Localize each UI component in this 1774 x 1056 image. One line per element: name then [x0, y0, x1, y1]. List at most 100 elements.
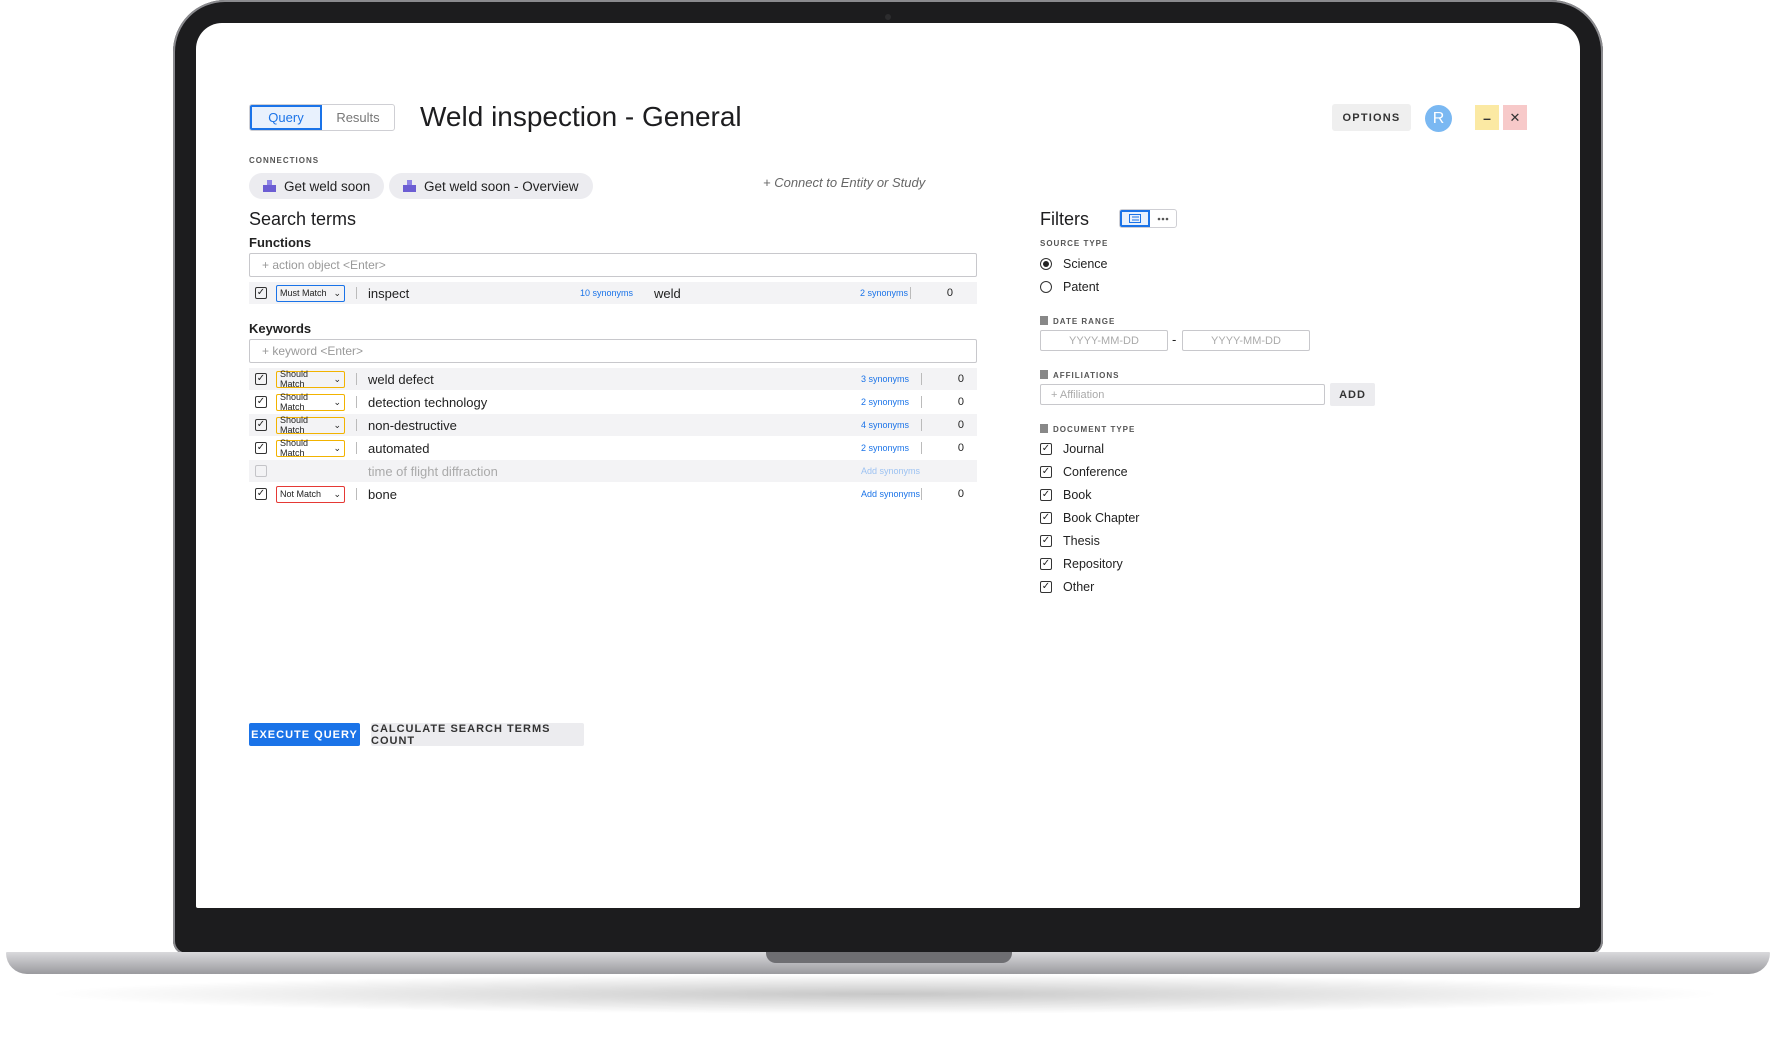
radio-unselected[interactable]: [1040, 281, 1052, 293]
keyword-row: ✓ Should Match ⌄ detection technology 2 s…: [249, 391, 977, 413]
entity-icon: [263, 180, 276, 192]
term-label: time of flight diffraction: [368, 463, 498, 479]
term-count: 0: [957, 419, 964, 431]
close-button[interactable]: ✕: [1503, 105, 1527, 130]
match-select[interactable]: Should Match ⌄: [276, 392, 345, 412]
keyword-row: ✓ Should Match ⌄ automated 2 synonyms 0: [249, 437, 977, 459]
document-icon: [1040, 424, 1048, 433]
source-option[interactable]: Science: [1040, 256, 1107, 272]
chevron-down-icon: ⌄: [333, 396, 341, 407]
match-select[interactable]: [276, 463, 345, 480]
execute-query-button[interactable]: EXECUTE QUERY: [249, 723, 360, 746]
match-select[interactable]: Should Match ⌄: [276, 438, 345, 458]
keyword-row: ✓ Should Match ⌄ non-destructive 4 synony…: [249, 414, 977, 436]
date-to-input[interactable]: YYYY-MM-DD: [1182, 330, 1310, 351]
chevron-down-icon: ⌄: [333, 287, 341, 298]
term-count: 0: [957, 373, 964, 385]
checkbox[interactable]: ✓: [1040, 443, 1052, 455]
view-tabs: Query Results: [249, 104, 395, 131]
app-screen: Query Results Weld inspection - General …: [196, 23, 1580, 908]
term-count: 0: [957, 488, 964, 500]
row-checkbox[interactable]: ✓: [255, 287, 267, 299]
connection-chip[interactable]: Get weld soon: [249, 173, 385, 199]
camera-icon: [885, 14, 891, 20]
connect-entity-link[interactable]: + Connect to Entity or Study: [763, 175, 925, 190]
affiliations-label: AFFILIATIONS: [1040, 370, 1120, 380]
row-checkbox[interactable]: ✓: [255, 442, 267, 454]
keyword-input[interactable]: + keyword <Enter>: [249, 339, 977, 363]
tab-results[interactable]: Results: [322, 105, 394, 130]
affiliation-input[interactable]: + Affiliation: [1040, 384, 1325, 405]
calculate-count-button[interactable]: CALCULATE SEARCH TERMS COUNT: [371, 723, 584, 747]
laptop-shadow: [40, 974, 1730, 1014]
options-button[interactable]: OPTIONS: [1332, 104, 1411, 131]
tab-query[interactable]: Query: [250, 105, 322, 130]
chevron-down-icon: ⌄: [333, 419, 341, 430]
search-terms-heading: Search terms: [249, 209, 357, 229]
match-select[interactable]: Should Match ⌄: [276, 369, 345, 389]
synonyms-link[interactable]: 2 synonyms: [860, 288, 910, 298]
checkbox[interactable]: ✓: [1040, 558, 1052, 570]
source-option[interactable]: Patent: [1040, 279, 1099, 295]
term-label: bone: [368, 486, 397, 502]
checkbox[interactable]: ✓: [1040, 512, 1052, 524]
chevron-down-icon: ⌄: [333, 373, 341, 384]
more-view-button[interactable]: [1150, 210, 1176, 227]
match-select[interactable]: Not Match ⌄: [276, 485, 345, 503]
synonyms-link[interactable]: 10 synonyms: [580, 288, 642, 298]
source-type-label: SOURCE TYPE: [1040, 239, 1109, 248]
document-type-option[interactable]: ✓ Thesis: [1040, 533, 1100, 549]
connections-label: CONNECTIONS: [249, 156, 320, 165]
chevron-down-icon: ⌄: [333, 442, 341, 453]
checkbox[interactable]: ✓: [1040, 581, 1052, 593]
document-type-label: DOCUMENT TYPE: [1040, 424, 1135, 434]
document-type-option[interactable]: ✓ Journal: [1040, 441, 1104, 457]
synonyms-link[interactable]: 4 synonyms: [861, 420, 921, 430]
keyword-row: ✓ Should Match ⌄ weld defect 3 synonyms 0: [249, 368, 977, 390]
checkbox[interactable]: ✓: [1040, 466, 1052, 478]
checkbox[interactable]: ✓: [1040, 535, 1052, 547]
laptop-notch: [766, 952, 1012, 963]
add-synonyms-link[interactable]: Add synonyms: [861, 466, 921, 476]
function-input[interactable]: + action object <Enter>: [249, 253, 977, 277]
term-label: automated: [368, 440, 430, 456]
document-type-option[interactable]: ✓ Book Chapter: [1040, 510, 1139, 526]
keyword-row: ✓ Not Match ⌄ bone Add synonyms 0: [249, 483, 977, 505]
document-type-option[interactable]: ✓ Conference: [1040, 464, 1128, 480]
add-affiliation-button[interactable]: ADD: [1330, 383, 1375, 406]
more-icon: [1157, 217, 1169, 220]
row-checkbox[interactable]: ✓: [255, 419, 267, 431]
avatar[interactable]: R: [1425, 105, 1452, 132]
list-view-button[interactable]: [1120, 210, 1150, 227]
match-select[interactable]: Should Match ⌄: [276, 415, 345, 435]
term-label: weld: [654, 285, 681, 301]
document-type-option[interactable]: ✓ Other: [1040, 579, 1094, 595]
radio-selected[interactable]: [1040, 258, 1052, 270]
connection-chip[interactable]: Get weld soon - Overview: [389, 173, 593, 199]
synonyms-link[interactable]: 2 synonyms: [861, 443, 921, 453]
connection-chip-label: Get weld soon - Overview: [424, 178, 579, 194]
row-checkbox[interactable]: ✓: [255, 396, 267, 408]
document-type-option[interactable]: ✓ Book: [1040, 487, 1092, 503]
add-synonyms-link[interactable]: Add synonyms: [861, 489, 921, 499]
laptop-lid: Query Results Weld inspection - General …: [173, 0, 1603, 955]
entity-icon: [403, 180, 416, 192]
keywords-label: Keywords: [249, 321, 312, 336]
row-checkbox[interactable]: [255, 465, 267, 477]
term-label: detection technology: [368, 394, 488, 410]
document-type-option[interactable]: ✓ Repository: [1040, 556, 1123, 572]
filters-heading: Filters: [1040, 209, 1089, 229]
checkbox[interactable]: ✓: [1040, 489, 1052, 501]
minimize-button[interactable]: –: [1475, 105, 1499, 130]
term-label: inspect: [368, 285, 410, 301]
synonyms-link[interactable]: 2 synonyms: [861, 397, 921, 407]
date-from-input[interactable]: YYYY-MM-DD: [1040, 330, 1168, 351]
term-count: 0: [957, 396, 964, 408]
function-row: ✓ Must Match ⌄ inspect 10 synonyms weld 2…: [249, 282, 977, 304]
chevron-down-icon: ⌄: [333, 488, 341, 499]
match-select[interactable]: Must Match ⌄: [276, 284, 345, 302]
term-count: 0: [957, 442, 964, 454]
row-checkbox[interactable]: ✓: [255, 488, 267, 500]
row-checkbox[interactable]: ✓: [255, 373, 267, 385]
synonyms-link[interactable]: 3 synonyms: [861, 374, 921, 384]
